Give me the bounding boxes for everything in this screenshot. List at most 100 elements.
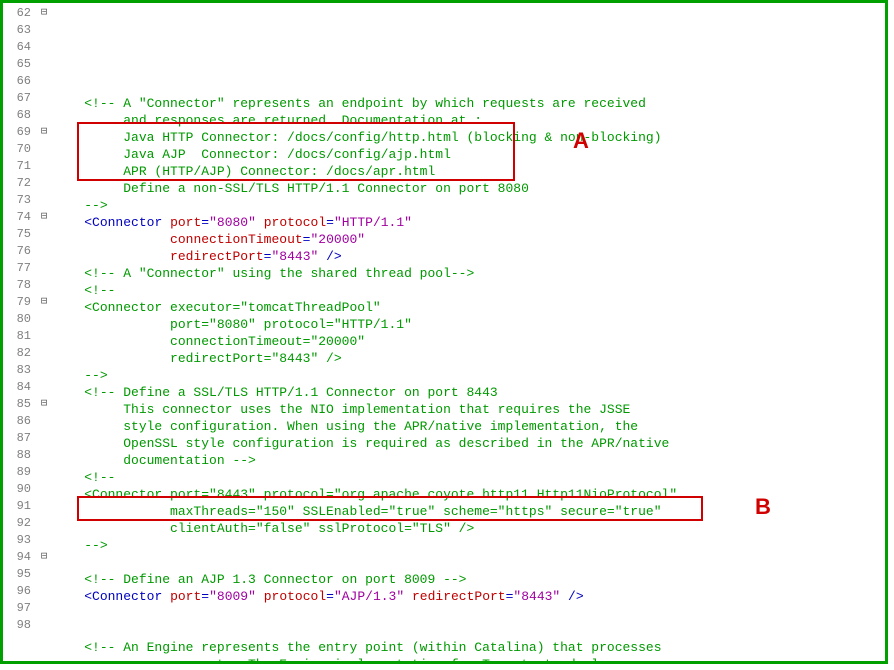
code-line: connectionTimeout="20000" <box>53 231 885 248</box>
line-number: 83 <box>3 362 35 379</box>
line-number-gutter: 6263646566676869707172737475767778798081… <box>3 3 35 661</box>
line-number: 87 <box>3 430 35 447</box>
fold-gutter-cell <box>35 260 53 277</box>
code-line: --> <box>53 197 885 214</box>
line-number: 92 <box>3 515 35 532</box>
line-number: 65 <box>3 56 35 73</box>
fold-gutter-cell <box>35 311 53 328</box>
fold-column <box>35 3 53 661</box>
fold-toggle-icon[interactable] <box>35 209 53 226</box>
line-number: 70 <box>3 141 35 158</box>
fold-toggle-icon[interactable] <box>35 5 53 22</box>
fold-gutter-cell <box>35 277 53 294</box>
code-line: and responses are returned. Documentatio… <box>53 112 885 129</box>
fold-toggle-icon[interactable] <box>35 549 53 566</box>
line-number: 62 <box>3 5 35 22</box>
line-number: 81 <box>3 328 35 345</box>
line-number: 75 <box>3 226 35 243</box>
fold-gutter-cell <box>35 362 53 379</box>
code-line: port="8080" protocol="HTTP/1.1" <box>53 316 885 333</box>
line-number: 95 <box>3 566 35 583</box>
fold-gutter-cell <box>35 73 53 90</box>
code-lines: A B <!-- A "Connector" represents an end… <box>53 3 885 661</box>
line-number: 63 <box>3 22 35 39</box>
line-number: 66 <box>3 73 35 90</box>
code-line: OpenSSL style configuration is required … <box>53 435 885 452</box>
fold-gutter-cell <box>35 413 53 430</box>
fold-gutter-cell <box>35 532 53 549</box>
line-number: 79 <box>3 294 35 311</box>
line-number: 76 <box>3 243 35 260</box>
line-number: 84 <box>3 379 35 396</box>
label-b: B <box>755 494 771 520</box>
code-line: style configuration. When using the APR/… <box>53 418 885 435</box>
line-number: 93 <box>3 532 35 549</box>
line-number: 82 <box>3 345 35 362</box>
code-line: redirectPort="8443" /> <box>53 248 885 265</box>
code-line: every request. The Engine implementation… <box>53 656 885 664</box>
fold-gutter-cell <box>35 39 53 56</box>
fold-toggle-icon[interactable] <box>35 396 53 413</box>
fold-gutter-cell <box>35 328 53 345</box>
fold-toggle-icon[interactable] <box>35 124 53 141</box>
fold-gutter-cell <box>35 617 53 634</box>
fold-gutter-cell <box>35 192 53 209</box>
line-number: 96 <box>3 583 35 600</box>
line-number: 88 <box>3 447 35 464</box>
fold-gutter-cell <box>35 141 53 158</box>
fold-gutter-cell <box>35 90 53 107</box>
line-number: 74 <box>3 209 35 226</box>
fold-gutter-cell <box>35 379 53 396</box>
fold-toggle-icon[interactable] <box>35 294 53 311</box>
code-line: redirectPort="8443" /> <box>53 350 885 367</box>
line-number: 80 <box>3 311 35 328</box>
fold-gutter-cell <box>35 498 53 515</box>
label-a: A <box>573 128 589 154</box>
line-number: 85 <box>3 396 35 413</box>
code-line: <Connector port="8080" protocol="HTTP/1.… <box>53 214 885 231</box>
code-line: <!-- Define an AJP 1.3 Connector on port… <box>53 571 885 588</box>
fold-gutter-cell <box>35 515 53 532</box>
code-line: --> <box>53 367 885 384</box>
line-number: 97 <box>3 600 35 617</box>
fold-gutter-cell <box>35 600 53 617</box>
line-number: 77 <box>3 260 35 277</box>
line-number: 91 <box>3 498 35 515</box>
line-number: 73 <box>3 192 35 209</box>
code-line: documentation --> <box>53 452 885 469</box>
line-number: 69 <box>3 124 35 141</box>
fold-gutter-cell <box>35 481 53 498</box>
code-line: clientAuth="false" sslProtocol="TLS" /> <box>53 520 885 537</box>
line-number: 98 <box>3 617 35 634</box>
line-number: 78 <box>3 277 35 294</box>
code-editor-frame: 6263646566676869707172737475767778798081… <box>0 0 888 664</box>
line-number: 68 <box>3 107 35 124</box>
fold-gutter-cell <box>35 22 53 39</box>
fold-gutter-cell <box>35 345 53 362</box>
code-line: Define a non-SSL/TLS HTTP/1.1 Connector … <box>53 180 885 197</box>
code-line: <Connector port="8009" protocol="AJP/1.3… <box>53 588 885 605</box>
code-line: <!-- A "Connector" using the shared thre… <box>53 265 885 282</box>
fold-gutter-cell <box>35 243 53 260</box>
code-line <box>53 605 885 622</box>
code-line: APR (HTTP/AJP) Connector: /docs/apr.html <box>53 163 885 180</box>
code-line: This connector uses the NIO implementati… <box>53 401 885 418</box>
code-line: <!-- Define a SSL/TLS HTTP/1.1 Connector… <box>53 384 885 401</box>
fold-gutter-cell <box>35 175 53 192</box>
fold-gutter-cell <box>35 107 53 124</box>
code-line <box>53 554 885 571</box>
line-number: 71 <box>3 158 35 175</box>
code-line: <!-- An Engine represents the entry poin… <box>53 639 885 656</box>
code-line: <!-- A "Connector" represents an endpoin… <box>53 95 885 112</box>
fold-gutter-cell <box>35 226 53 243</box>
code-line <box>53 622 885 639</box>
line-number: 64 <box>3 39 35 56</box>
fold-gutter-cell <box>35 56 53 73</box>
code-line: Java HTTP Connector: /docs/config/http.h… <box>53 129 885 146</box>
code-area: 6263646566676869707172737475767778798081… <box>3 3 885 661</box>
line-number: 94 <box>3 549 35 566</box>
fold-gutter-cell <box>35 464 53 481</box>
code-line: connectionTimeout="20000" <box>53 333 885 350</box>
code-line: <Connector executor="tomcatThreadPool" <box>53 299 885 316</box>
line-number: 89 <box>3 464 35 481</box>
